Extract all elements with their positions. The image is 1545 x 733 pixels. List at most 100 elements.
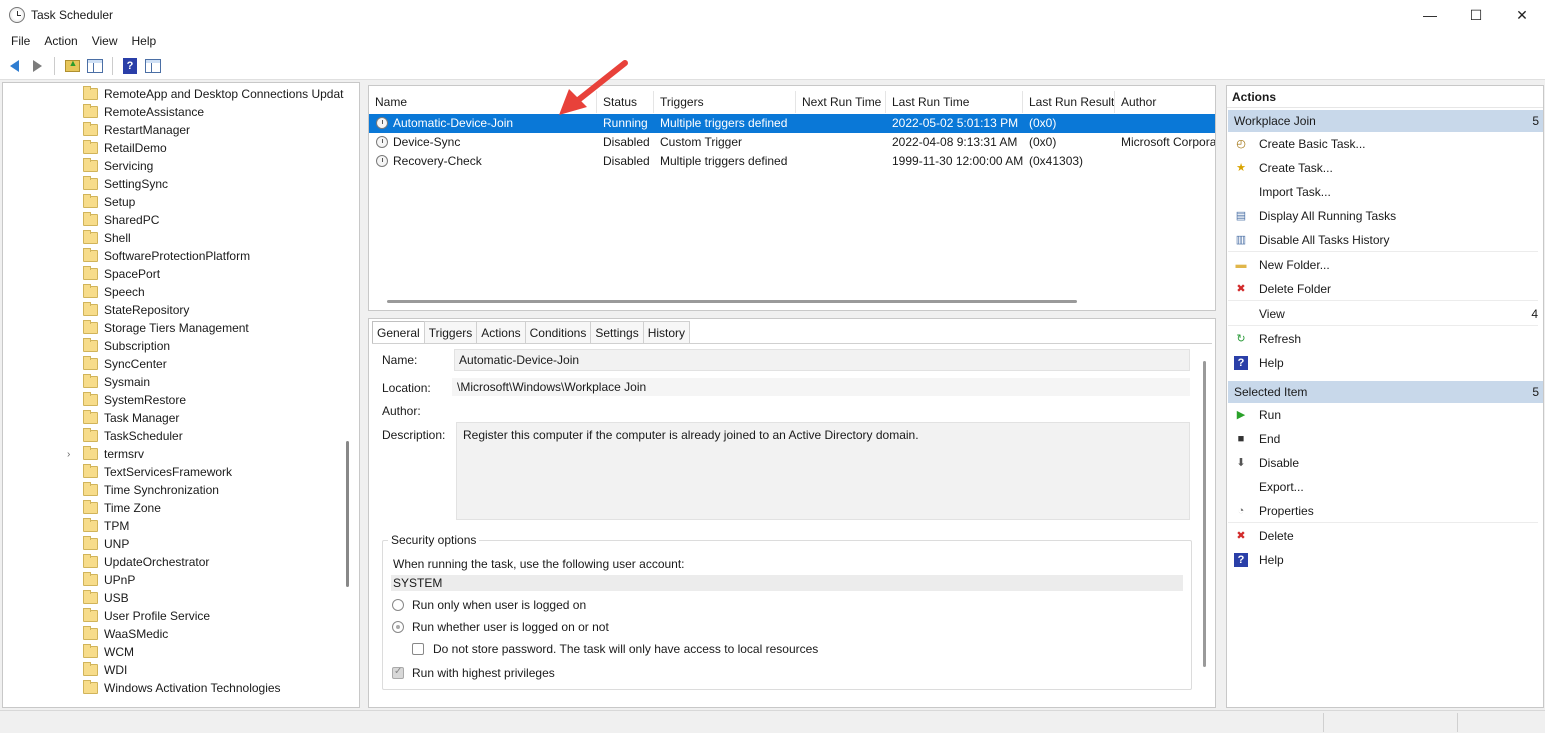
name-field[interactable]: Automatic-Device-Join	[454, 349, 1190, 371]
delete-icon: ✖	[1236, 530, 1246, 542]
action-create-task[interactable]: ★ Create Task...	[1228, 156, 1538, 180]
folder-icon	[83, 104, 98, 118]
action-help[interactable]: ? Help	[1228, 548, 1538, 572]
folder-icon	[83, 374, 98, 388]
folder-icon	[83, 212, 98, 226]
folder-icon	[83, 662, 98, 676]
action-disable-all-tasks-history[interactable]: ▥ Disable All Tasks History	[1228, 228, 1538, 252]
tree-folder-label: Servicing	[104, 159, 154, 173]
close-button[interactable]: ✕	[1499, 0, 1545, 30]
tab-conditions[interactable]: Conditions	[524, 321, 592, 343]
forward-button[interactable]	[27, 56, 47, 76]
menu-help[interactable]: Help	[125, 30, 164, 53]
action-help[interactable]: ? Help	[1228, 351, 1538, 375]
tab-settings[interactable]: Settings	[590, 321, 644, 343]
column-header-last-run-result[interactable]: Last Run Result	[1023, 91, 1115, 113]
action-delete[interactable]: ✖ Delete	[1228, 524, 1538, 548]
properties-pane-icon	[145, 59, 161, 73]
action-create-basic-task[interactable]: ◴ Create Basic Task...	[1228, 132, 1538, 156]
tree-folder-label: Sysmain	[104, 375, 151, 389]
task-cell-next-run	[796, 152, 886, 171]
action-disable[interactable]: ⬇ Disable	[1228, 451, 1538, 475]
actions-title: Actions	[1227, 86, 1543, 108]
folder-tree[interactable]: RemoteApp and Desktop Connections Updat R…	[2, 82, 360, 708]
actions-section-header[interactable]: Selected Item 5	[1228, 381, 1543, 403]
task-row[interactable]: Device-Sync Disabled Custom Trigger 2022-04…	[369, 133, 1215, 152]
action-refresh[interactable]: ↻ Refresh	[1228, 327, 1538, 351]
folder-icon	[83, 536, 98, 550]
column-header-last-run-time[interactable]: Last Run Time	[886, 91, 1023, 113]
tab-triggers[interactable]: Triggers	[423, 321, 478, 343]
tree-folder-label: Shell	[104, 231, 131, 245]
task-list-hscrollbar[interactable]	[387, 300, 1077, 303]
folder-icon	[83, 554, 98, 568]
action-display-all-running-tasks[interactable]: ▤ Display All Running Tasks	[1228, 204, 1538, 228]
description-field[interactable]: Register this computer if the computer i…	[456, 422, 1190, 520]
task-cell-last-run: 2022-05-02 5:01:13 PM	[892, 116, 1019, 130]
tab-general[interactable]: General	[372, 321, 425, 343]
action-label: Delete	[1259, 529, 1294, 543]
action-end[interactable]: ■ End	[1228, 427, 1538, 451]
toolbar-separator	[112, 57, 113, 75]
folder-icon	[83, 518, 98, 532]
radio-run-only-logged-on[interactable]	[392, 599, 404, 611]
location-field: \Microsoft\Windows\Workplace Join	[452, 378, 1190, 396]
folder-icon	[83, 302, 98, 316]
action-export[interactable]: Export...	[1228, 475, 1538, 499]
show-hide-action-pane-button[interactable]	[143, 56, 163, 76]
action-import-task[interactable]: Import Task...	[1228, 180, 1538, 204]
column-header-triggers[interactable]: Triggers	[654, 91, 796, 113]
column-header-next-run-time[interactable]: Next Run Time	[796, 91, 886, 113]
tab-actions[interactable]: Actions	[476, 321, 526, 343]
task-row[interactable]: Automatic-Device-Join Running Multiple tri…	[369, 114, 1215, 133]
action-view[interactable]: View 4	[1228, 302, 1538, 326]
tree-folder-label: SettingSync	[104, 177, 169, 191]
task-cell-result: (0x41303)	[1029, 154, 1084, 168]
menu-file[interactable]: File	[4, 30, 37, 53]
tree-folder-label: UPnP	[104, 573, 136, 587]
folder-icon	[83, 482, 98, 496]
checkbox-highest-privileges[interactable]	[392, 666, 404, 679]
tree-folder-label: termsrv	[104, 447, 144, 461]
folder-icon	[83, 176, 98, 190]
action-properties[interactable]: ◔ Properties	[1228, 499, 1538, 523]
action-run[interactable]: ▶ Run	[1228, 403, 1538, 427]
tab-history[interactable]: History	[642, 321, 691, 343]
help-icon: ?	[1234, 356, 1248, 370]
folder-icon	[83, 500, 98, 514]
actions-section-header[interactable]: Workplace Join 5	[1228, 110, 1543, 132]
folder-icon	[83, 410, 98, 424]
radio-run-whether-logged-on[interactable]	[392, 621, 404, 633]
help-icon: ?	[123, 58, 137, 74]
tree-folder-label: RetailDemo	[104, 141, 167, 155]
task-row[interactable]: Recovery-Check Disabled Multiple triggers …	[369, 152, 1215, 171]
show-hide-tree-button[interactable]	[85, 56, 105, 76]
author-label: Author:	[382, 404, 421, 418]
tree-folder-label: TextServicesFramework	[104, 465, 233, 479]
tasks-history-icon: ▥	[1235, 234, 1247, 246]
menu-view[interactable]: View	[85, 30, 125, 53]
action-label: Delete Folder	[1259, 282, 1332, 296]
window-controls: — ☐ ✕	[1407, 0, 1545, 30]
tree-scrollbar[interactable]	[346, 441, 349, 587]
back-button[interactable]	[4, 56, 24, 76]
folder-icon	[83, 230, 98, 244]
task-detail-pane: General Triggers Actions Conditions Sett…	[368, 318, 1216, 708]
chevron-right-icon[interactable]: ›	[67, 449, 77, 460]
description-label: Description:	[382, 428, 446, 442]
detail-scrollbar[interactable]	[1203, 361, 1206, 667]
security-options-title: Security options	[388, 533, 480, 547]
action-new-folder[interactable]: ▬ New Folder...	[1228, 253, 1538, 277]
tree-folder-label: SoftwareProtectionPlatform	[104, 249, 251, 263]
minimize-button[interactable]: —	[1407, 0, 1453, 30]
column-header-author[interactable]: Author	[1115, 91, 1215, 113]
checkbox-do-not-store-password[interactable]	[412, 643, 424, 655]
action-delete-folder[interactable]: ✖ Delete Folder	[1228, 277, 1538, 301]
maximize-button[interactable]: ☐	[1453, 0, 1499, 30]
up-one-level-button[interactable]	[62, 56, 82, 76]
folder-icon	[83, 392, 98, 406]
help-button[interactable]: ?	[120, 56, 140, 76]
folder-icon	[83, 266, 98, 280]
task-cell-author	[1115, 114, 1215, 133]
menu-action[interactable]: Action	[37, 30, 84, 53]
